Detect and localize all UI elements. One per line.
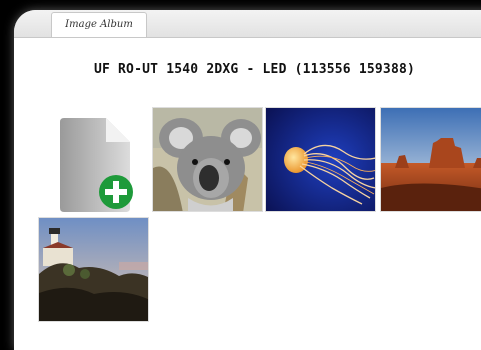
album-panel: Image Album UF RO-UT 1540 2DXG - LED (11… bbox=[14, 10, 481, 350]
add-file-icon bbox=[60, 118, 133, 212]
desert-photo bbox=[381, 108, 481, 211]
image-thumbnail-jellyfish[interactable] bbox=[265, 107, 376, 212]
image-thumbnail-lighthouse[interactable] bbox=[38, 217, 149, 322]
lighthouse-photo bbox=[39, 218, 148, 321]
tab-strip: Image Album bbox=[14, 10, 481, 38]
add-image-button[interactable] bbox=[54, 114, 134, 214]
jellyfish-photo bbox=[266, 108, 375, 211]
image-thumbnail-desert[interactable] bbox=[380, 107, 481, 212]
koala-photo bbox=[153, 108, 262, 211]
image-thumbnail-koala[interactable] bbox=[152, 107, 263, 212]
album-title: UF RO-UT 1540 2DXG - LED (113556 159388) bbox=[93, 62, 416, 77]
tab-image-album[interactable]: Image Album bbox=[51, 12, 147, 37]
